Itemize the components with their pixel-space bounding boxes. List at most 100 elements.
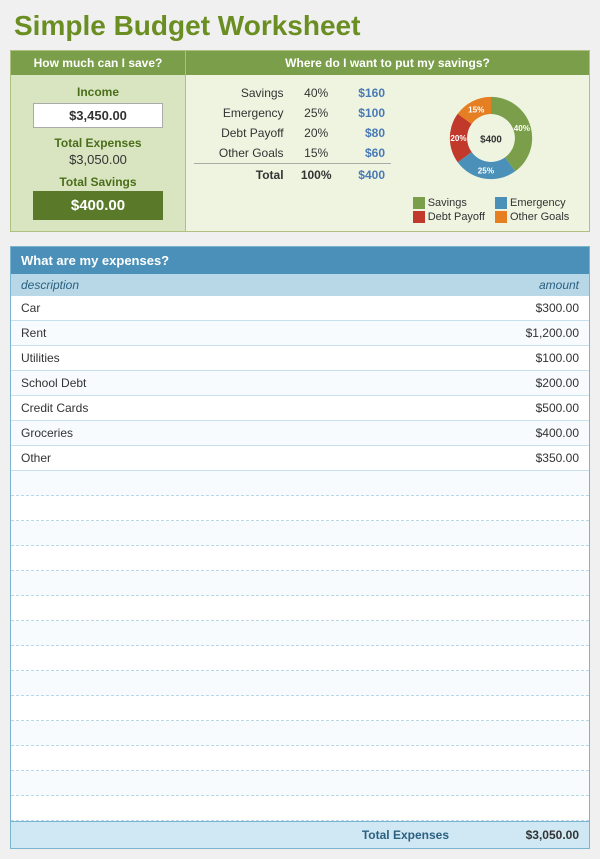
savings-row: Debt Payoff 20% $80 [194, 123, 391, 143]
expense-empty-row[interactable] [11, 721, 589, 746]
right-panel-content: Savings 40% $160 Emergency 25% $100 Debt… [186, 75, 589, 231]
expense-empty-amt[interactable] [459, 476, 579, 490]
expense-amt: $300.00 [459, 301, 579, 315]
expense-empty-amt[interactable] [459, 551, 579, 565]
expense-row: Credit Cards $500.00 [11, 396, 589, 421]
savings-row-label: Other Goals [194, 143, 290, 164]
expense-empty-row[interactable] [11, 596, 589, 621]
expense-empty-desc[interactable] [21, 676, 459, 690]
svg-text:15%: 15% [468, 105, 484, 114]
legend-item: Emergency [495, 197, 569, 209]
expense-empty-desc[interactable] [21, 551, 459, 565]
expense-empty-amt[interactable] [459, 651, 579, 665]
expense-empty-amt[interactable] [459, 801, 579, 815]
savings-row-pct: 100% [290, 164, 343, 186]
savings-row-label: Emergency [194, 103, 290, 123]
savings-table: Savings 40% $160 Emergency 25% $100 Debt… [194, 83, 401, 223]
expense-row: Other $350.00 [11, 446, 589, 471]
expense-empty-amt[interactable] [459, 576, 579, 590]
left-panel-header: How much can I save? [11, 51, 186, 75]
expenses-header: What are my expenses? [11, 247, 589, 274]
expense-empty-desc[interactable] [21, 526, 459, 540]
savings-row-amt: $400 [343, 164, 391, 186]
expense-rows-container: Car $300.00 Rent $1,200.00 Utilities $10… [11, 296, 589, 821]
expenses-col-header: description amount [11, 274, 589, 296]
donut-chart: 40%25%20%15%$400 (function() { const cx … [426, 83, 556, 193]
legend-color [413, 197, 425, 209]
expense-row: Utilities $100.00 [11, 346, 589, 371]
expense-empty-desc[interactable] [21, 751, 459, 765]
expense-empty-desc[interactable] [21, 476, 459, 490]
total-savings-box: $400.00 [33, 191, 163, 220]
expense-empty-amt[interactable] [459, 776, 579, 790]
expense-empty-row[interactable] [11, 671, 589, 696]
expense-empty-row[interactable] [11, 696, 589, 721]
expense-empty-row[interactable] [11, 746, 589, 771]
expense-empty-desc[interactable] [21, 651, 459, 665]
legend-item: Other Goals [495, 211, 569, 223]
savings-row-amt: $160 [343, 83, 391, 103]
expense-empty-amt[interactable] [459, 501, 579, 515]
savings-row-pct: 40% [290, 83, 343, 103]
expense-empty-row[interactable] [11, 771, 589, 796]
legend-item: Debt Payoff [413, 211, 487, 223]
expense-desc: Rent [21, 326, 459, 340]
expense-empty-amt[interactable] [459, 626, 579, 640]
page-title: Simple Budget Worksheet [10, 10, 590, 42]
savings-row-label: Savings [194, 83, 290, 103]
expense-empty-row[interactable] [11, 571, 589, 596]
expense-empty-row[interactable] [11, 496, 589, 521]
expense-desc: School Debt [21, 376, 459, 390]
top-section: How much can I save? Income Total Expens… [10, 50, 590, 232]
expense-empty-row[interactable] [11, 471, 589, 496]
expense-desc: Car [21, 301, 459, 315]
expense-empty-amt[interactable] [459, 726, 579, 740]
expense-empty-row[interactable] [11, 546, 589, 571]
svg-text:$400: $400 [480, 134, 502, 145]
expense-empty-desc[interactable] [21, 601, 459, 615]
legend-color [413, 211, 425, 223]
total-expenses-label: Total Expenses [21, 136, 175, 150]
expense-empty-row[interactable] [11, 796, 589, 821]
expense-empty-desc[interactable] [21, 501, 459, 515]
left-panel-content: Income Total Expenses $3,050.00 Total Sa… [11, 75, 185, 230]
expense-empty-amt[interactable] [459, 701, 579, 715]
expense-empty-desc[interactable] [21, 576, 459, 590]
expenses-footer: Total Expenses $3,050.00 [11, 821, 589, 848]
expense-empty-desc[interactable] [21, 726, 459, 740]
right-panel-header: Where do I want to put my savings? [186, 51, 589, 75]
total-savings-label: Total Savings [21, 175, 175, 189]
expense-empty-amt[interactable] [459, 601, 579, 615]
expense-row: Car $300.00 [11, 296, 589, 321]
expenses-section: What are my expenses? description amount… [10, 246, 590, 849]
expense-empty-desc[interactable] [21, 776, 459, 790]
expense-empty-row[interactable] [11, 621, 589, 646]
savings-row: Emergency 25% $100 [194, 103, 391, 123]
savings-row-amt: $100 [343, 103, 391, 123]
legend-label: Emergency [510, 197, 566, 209]
savings-row-pct: 25% [290, 103, 343, 123]
expense-empty-row[interactable] [11, 521, 589, 546]
legend-label: Savings [428, 197, 467, 209]
expense-empty-amt[interactable] [459, 526, 579, 540]
expense-amt: $200.00 [459, 376, 579, 390]
right-panel: Where do I want to put my savings? Savin… [186, 51, 589, 231]
left-panel: How much can I save? Income Total Expens… [11, 51, 186, 231]
expense-amt: $350.00 [459, 451, 579, 465]
svg-text:20%: 20% [450, 134, 466, 143]
expense-empty-desc[interactable] [21, 701, 459, 715]
expense-empty-desc[interactable] [21, 801, 459, 815]
savings-row: Savings 40% $160 [194, 83, 391, 103]
income-label: Income [21, 85, 175, 99]
income-input[interactable] [33, 103, 163, 128]
expense-empty-amt[interactable] [459, 676, 579, 690]
expense-empty-desc[interactable] [21, 626, 459, 640]
savings-row-label: Debt Payoff [194, 123, 290, 143]
footer-total-amt: $3,050.00 [459, 828, 579, 842]
expense-empty-row[interactable] [11, 646, 589, 671]
legend-color [495, 211, 507, 223]
legend-label: Debt Payoff [428, 211, 485, 223]
total-expenses-value: $3,050.00 [21, 152, 175, 167]
expense-row: School Debt $200.00 [11, 371, 589, 396]
expense-empty-amt[interactable] [459, 751, 579, 765]
